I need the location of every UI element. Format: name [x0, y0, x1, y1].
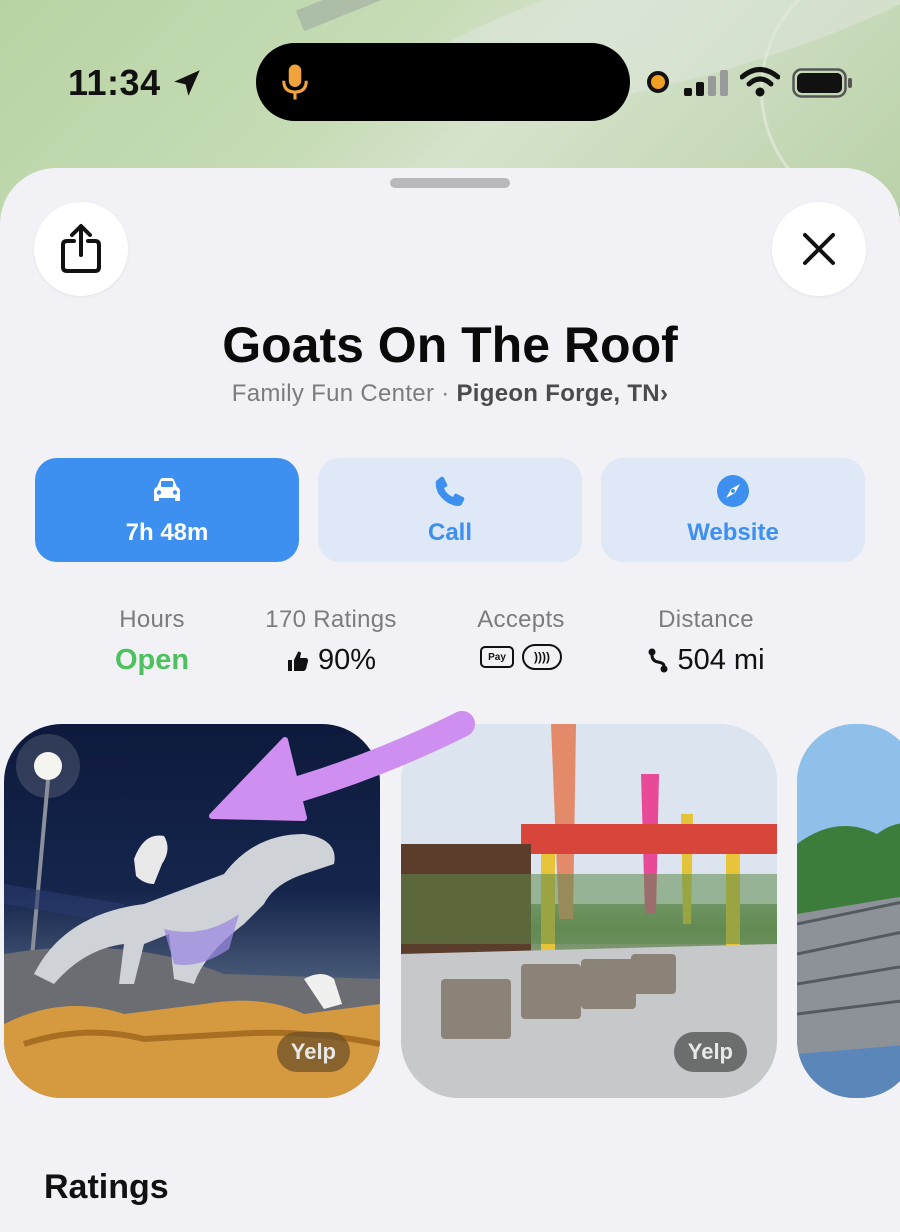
place-subtitle: Family Fun Center · Pigeon Forge, TN› [0, 380, 900, 408]
chevron-right-icon: › [659, 380, 669, 407]
location-arrow-icon [174, 70, 200, 96]
place-card-sheet: Goats On The Roof Family Fun Center · Pi… [0, 168, 900, 1232]
website-button[interactable]: Website [601, 458, 865, 562]
battery-icon [792, 68, 852, 98]
call-label: Call [427, 519, 472, 546]
status-bar: 11:34 [0, 0, 900, 150]
ratings-label: 170 Ratings [265, 606, 397, 633]
photo-patio[interactable]: Yelp [401, 724, 777, 1098]
car-icon [154, 478, 180, 501]
wifi-icon [740, 67, 780, 97]
share-button[interactable] [34, 202, 128, 296]
directions-button[interactable]: 7h 48m [35, 458, 299, 562]
contactless-icon: )))) [522, 644, 562, 670]
ratings-stat[interactable]: 170 Ratings 90% [246, 606, 416, 677]
sheet-grabber[interactable] [390, 178, 510, 188]
status-time: 11:34 [68, 62, 161, 103]
distance-label: Distance [658, 606, 754, 633]
hours-label: Hours [119, 606, 185, 633]
ratings-value: 90% [317, 644, 377, 676]
accepts-stat[interactable]: Accepts Pay )))) [456, 606, 586, 670]
dynamic-island [256, 43, 630, 121]
accepts-label: Accepts [477, 606, 565, 633]
place-title: Goats On The Roof [222, 317, 678, 373]
hours-value: Open [114, 644, 190, 676]
compass-icon [717, 475, 749, 507]
recording-indicator-icon [647, 71, 669, 93]
close-icon [803, 233, 835, 265]
distance-stat[interactable]: Distance 504 mi [616, 606, 796, 677]
photo-dinosaur-statue[interactable]: Yelp [4, 724, 380, 1098]
cellular-signal-icon [684, 70, 728, 96]
photo-coaster[interactable] [797, 724, 900, 1098]
microphone-icon [282, 64, 308, 100]
photo-source-badge: Yelp [673, 1032, 747, 1072]
directions-label: 7h 48m [125, 519, 209, 546]
close-button[interactable] [772, 202, 866, 296]
website-label: Website [687, 519, 779, 546]
distance-value: 504 mi [677, 644, 765, 676]
ratings-section-title: Ratings [44, 1168, 169, 1206]
place-location-link[interactable]: Pigeon Forge, TN [456, 380, 659, 407]
route-icon [648, 648, 668, 672]
photo-source-badge: Yelp [276, 1032, 350, 1072]
phone-icon [435, 476, 465, 506]
hours-stat[interactable]: Hours Open [82, 606, 222, 677]
thumbs-up-icon [287, 651, 308, 671]
place-category: Family Fun Center · [231, 380, 457, 407]
call-button[interactable]: Call [318, 458, 582, 562]
coaster-photo-illustration [797, 724, 900, 1098]
share-icon [61, 224, 101, 273]
apple-pay-icon: Pay [480, 646, 514, 668]
